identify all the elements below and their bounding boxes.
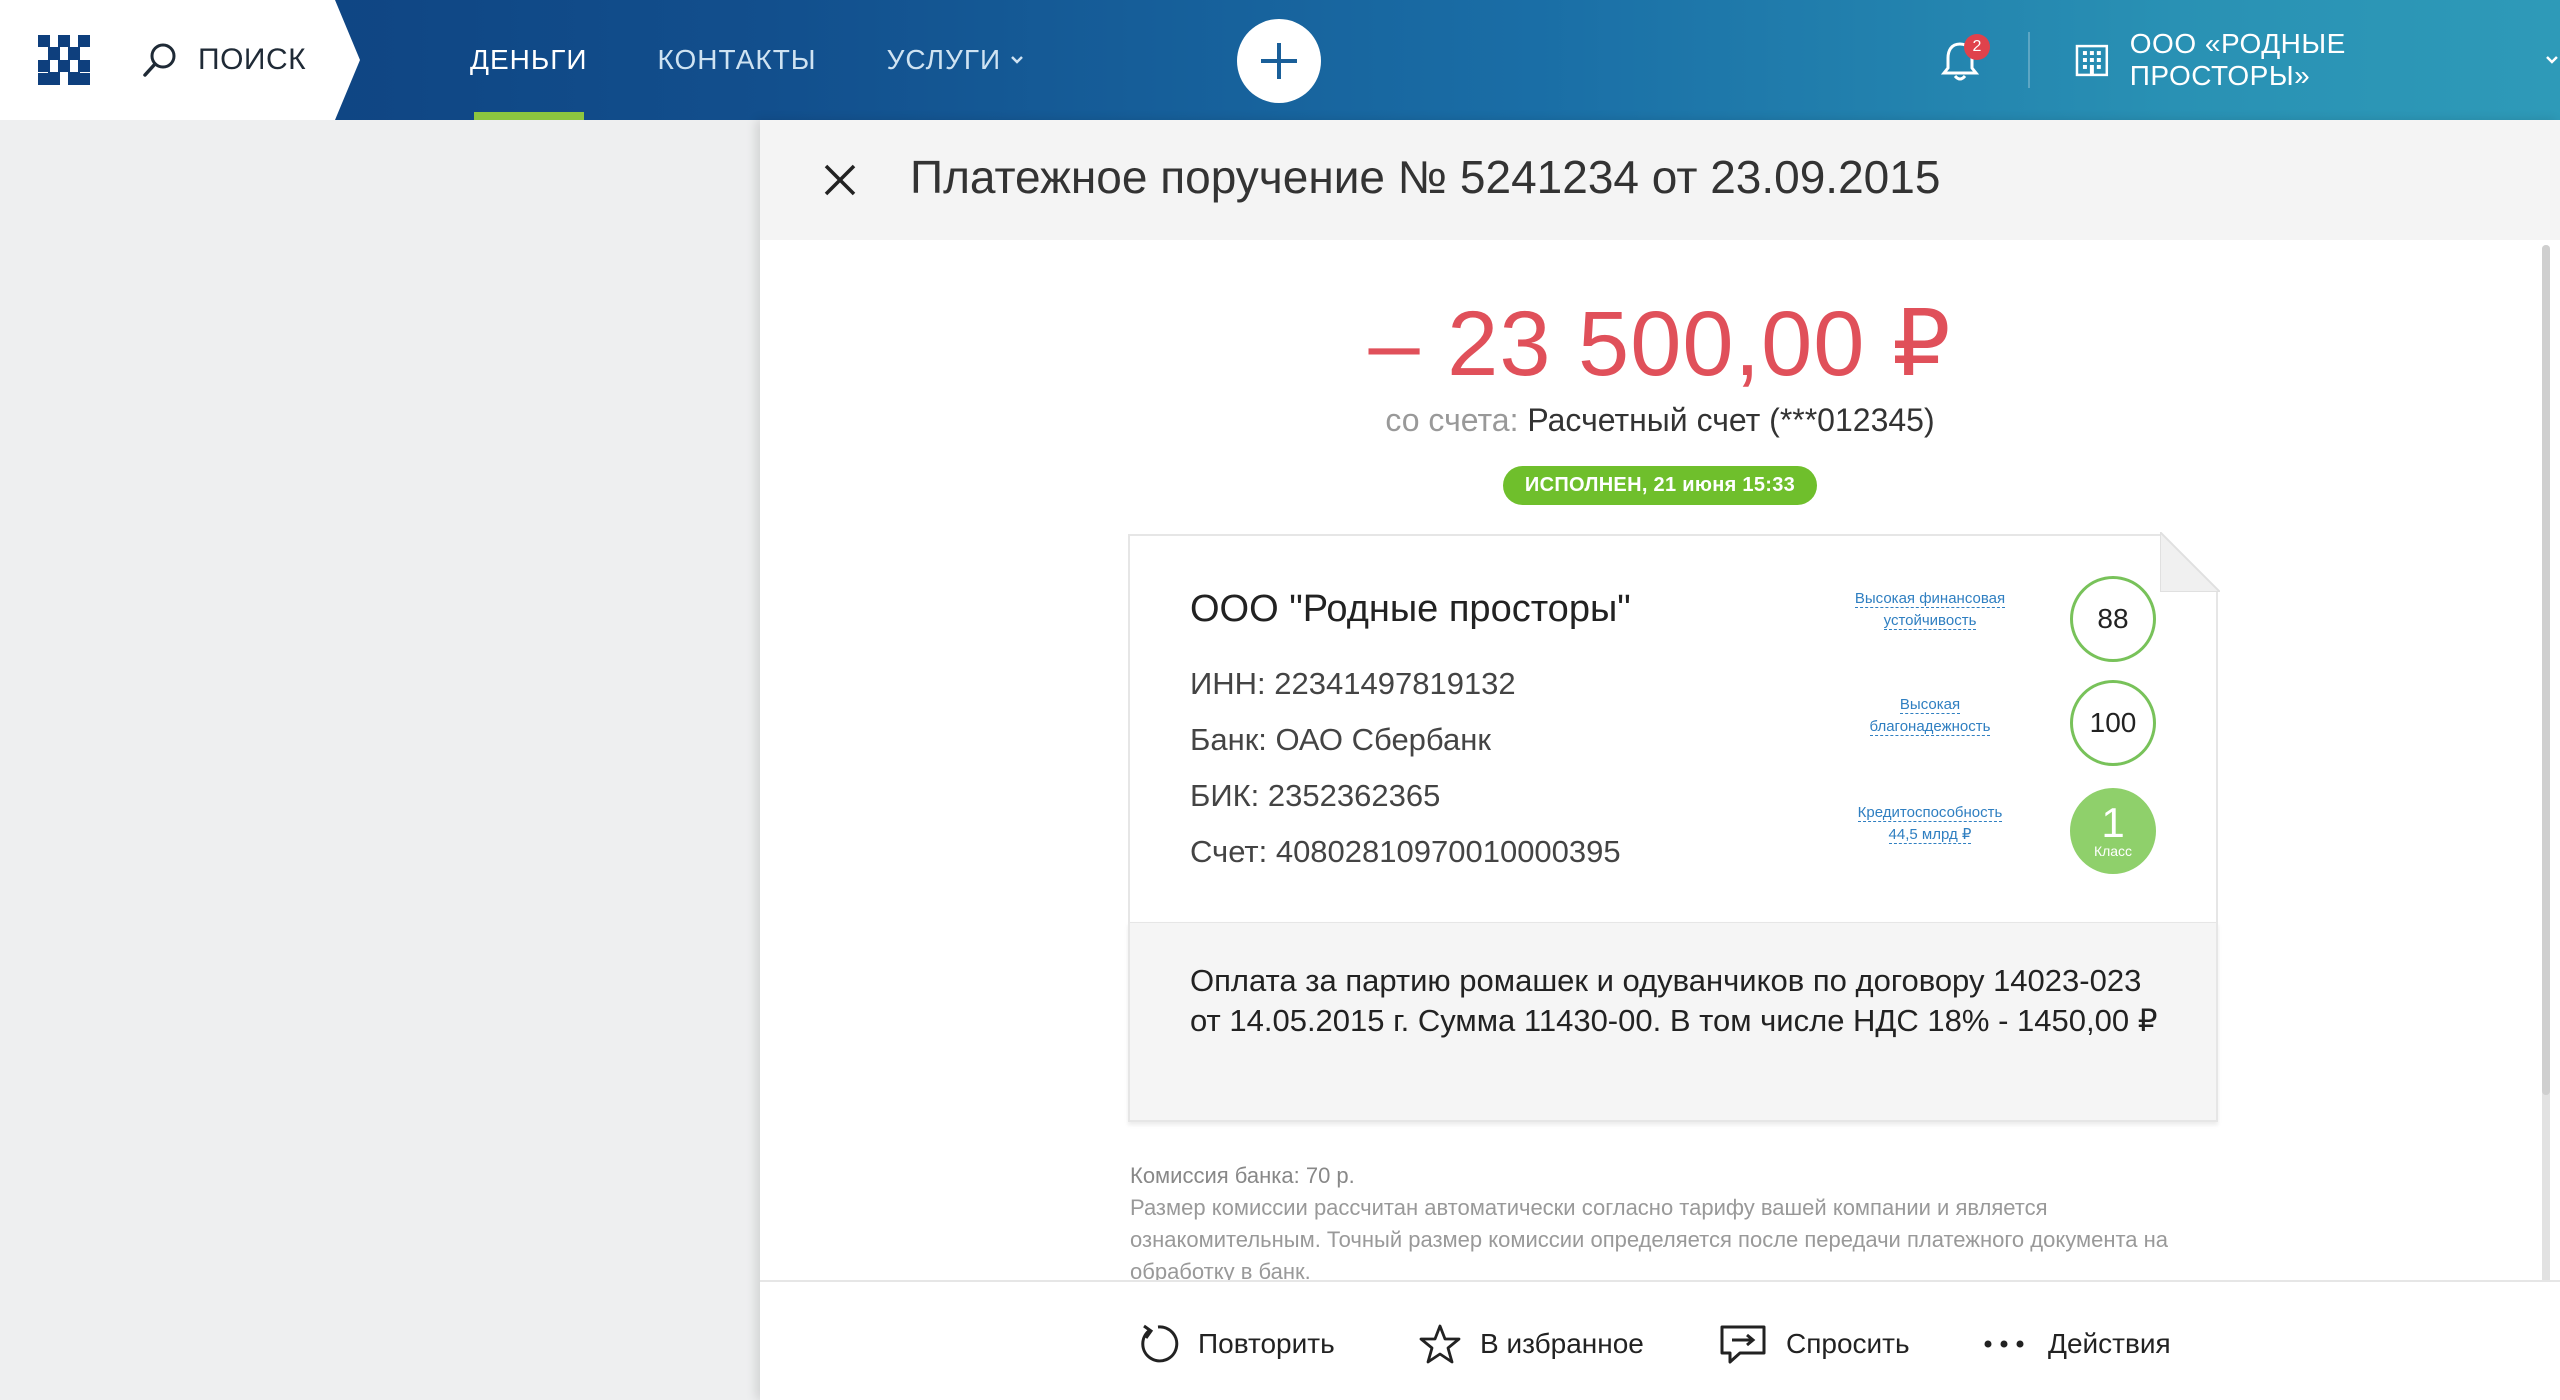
action-footer: Повторить В избранное Спросить Действия — [760, 1280, 2560, 1400]
star-icon — [1419, 1324, 1461, 1364]
rating-financial-stability: Высокая финансовая устойчивость 88 — [1830, 576, 2190, 666]
rating-reliability: Высокая благонадежность 100 — [1830, 680, 2190, 770]
rating-label[interactable]: Высокая финансовая устойчивость — [1830, 588, 2030, 632]
rating-label-line1: Высокая — [1899, 696, 1961, 714]
panel-header: Платежное поручение № 5241234 от 23.09.2… — [760, 120, 2560, 240]
add-button[interactable] — [1237, 19, 1321, 103]
repeat-button[interactable]: Повторить — [1136, 1320, 1335, 1368]
actions-button[interactable]: Действия — [1982, 1320, 2171, 1368]
more-dots-icon — [1984, 1340, 2024, 1348]
search-icon — [143, 43, 176, 77]
actions-label: Действия — [2048, 1328, 2171, 1359]
background-area[interactable] — [0, 120, 760, 1400]
counterparty-bik: БИК: 2352362365 — [1190, 778, 1441, 813]
chat-icon — [1720, 1325, 1766, 1364]
source-account-value: Расчетный счет (***012345) — [1527, 402, 1935, 438]
company-selector[interactable]: ООО «РОДНЫЕ ПРОСТОРЫ» — [2074, 28, 2560, 91]
counterparty-bank: Банк: ОАО Сбербанк — [1190, 722, 1491, 757]
favorite-label: В избранное — [1480, 1328, 1644, 1359]
nav-item-label: ДЕНЬГИ — [470, 44, 588, 75]
nav-item-services[interactable]: УСЛУГИ — [887, 0, 1026, 120]
nav-item-contacts[interactable]: КОНТАКТЫ — [658, 0, 817, 120]
repeat-icon — [1141, 1324, 1179, 1363]
close-icon[interactable] — [818, 158, 862, 202]
payment-purpose-box: Оплата за партию ромашек и одуванчиков п… — [1128, 922, 2218, 1122]
rating-label[interactable]: Кредитоспособность 44,5 млрд ₽ — [1830, 802, 2030, 846]
search-label: ПОИСК — [198, 43, 307, 76]
page-title: Платежное поручение № 5241234 от 23.09.2… — [910, 151, 1941, 203]
rating-score: 100 — [2070, 680, 2156, 766]
chevron-down-icon — [2546, 56, 2558, 64]
source-account: со счета: Расчетный счет (***012345) — [760, 402, 2560, 439]
top-divider — [2028, 32, 2030, 88]
ask-button[interactable]: Спросить — [1718, 1320, 1910, 1368]
counterparty-account: Счет: 40802810970010000395 — [1190, 834, 1621, 869]
top-bar: ПОИСК ДЕНЬГИ КОНТАКТЫ УСЛУГИ 2 ООО «РОДН… — [0, 0, 2560, 120]
repeat-label: Повторить — [1198, 1328, 1335, 1359]
counterparty-details: ООО "Родные просторы" ИНН: 2234149781913… — [1128, 534, 2218, 922]
rating-score: 88 — [2070, 576, 2156, 662]
nav-item-label: УСЛУГИ — [886, 44, 1002, 75]
nav-item-label: КОНТАКТЫ — [657, 44, 817, 75]
status-wrapper: ИСПОЛНЕН, 21 июня 15:33 — [760, 466, 2560, 505]
main-nav: ДЕНЬГИ КОНТАКТЫ УСЛУГИ — [470, 0, 1095, 120]
favorite-button[interactable]: В избранное — [1418, 1320, 1644, 1368]
commission-note: Комиссия банка: 70 р. Размер комиссии ра… — [1130, 1160, 2210, 1288]
counterparty-name: ООО "Родные просторы" — [1190, 588, 1631, 630]
building-icon — [2075, 44, 2109, 77]
ask-label: Спросить — [1786, 1328, 1910, 1359]
company-name: ООО «РОДНЫЕ ПРОСТОРЫ» — [2129, 28, 2346, 91]
counterparty-inn: ИНН: 22341497819132 — [1190, 666, 1516, 701]
rating-label-line2: устойчивость — [1883, 612, 1977, 630]
top-left-block: ПОИСК — [0, 0, 370, 120]
counterparty-card: ООО "Родные просторы" ИНН: 2234149781913… — [1128, 532, 2220, 1241]
commission-text: Размер комиссии рассчитан автоматически … — [1130, 1195, 2169, 1284]
search-button[interactable]: ПОИСК — [140, 36, 306, 84]
rating-label[interactable]: Высокая благонадежность — [1830, 694, 2030, 738]
status-badge: ИСПОЛНЕН, 21 июня 15:33 — [1502, 466, 1818, 505]
rating-label-line1: Высокая финансовая — [1854, 590, 2006, 608]
app-logo[interactable] — [38, 35, 90, 85]
rating-label-line1: Кредитоспособность — [1857, 804, 2003, 822]
chevron-down-icon — [1011, 56, 1023, 64]
payment-purpose: Оплата за партию ромашек и одуванчиков п… — [1190, 963, 2158, 1038]
notifications-button[interactable]: 2 — [1940, 34, 1990, 84]
payment-amount: – 23 500,00 ₽ — [1368, 293, 1952, 395]
rating-creditworthiness: Кредитоспособность 44,5 млрд ₽ 1 Класс — [1830, 788, 2190, 878]
payment-panel: Платежное поручение № 5241234 от 23.09.2… — [760, 120, 2560, 1400]
nav-item-money[interactable]: ДЕНЬГИ — [470, 0, 588, 120]
rating-class-value: 1 — [2101, 799, 2125, 846]
source-account-label: со счета: — [1385, 402, 1519, 438]
notification-badge: 2 — [1964, 34, 1990, 60]
rating-class-badge: 1 Класс — [2070, 788, 2156, 874]
page-fold-corner — [2160, 532, 2220, 592]
rating-label-line2: 44,5 млрд ₽ — [1888, 826, 1972, 844]
rating-class-label: Класс — [2093, 843, 2133, 859]
rating-label-line2: благонадежность — [1869, 718, 1991, 736]
commission-title: Комиссия банка: 70 р. — [1130, 1163, 1355, 1188]
plus-icon — [1261, 43, 1297, 79]
